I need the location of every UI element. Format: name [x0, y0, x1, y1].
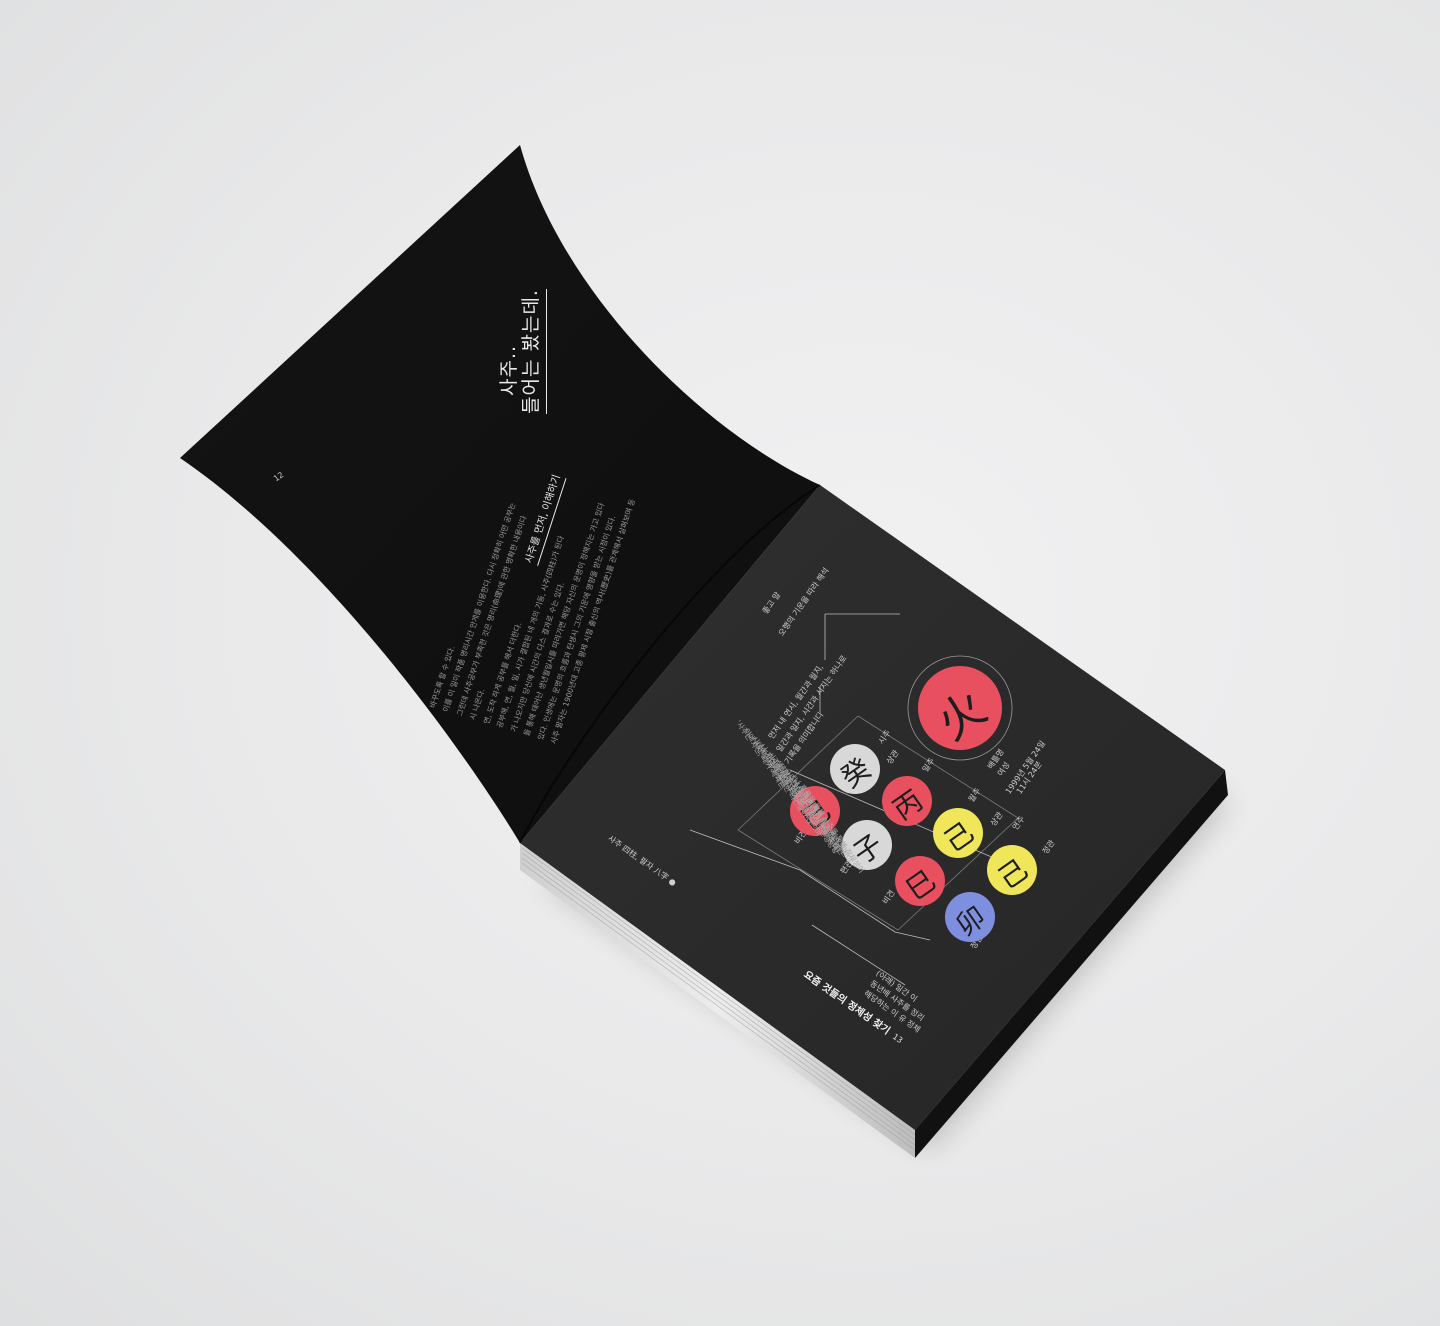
left-title-line-2: 들어는 봤는데.	[516, 289, 547, 414]
element-circle-fire: 火	[918, 666, 1002, 751]
pillar-circle: 己	[987, 845, 1037, 896]
pillar-circle: 巳	[895, 856, 945, 907]
pillar-circle: 卯	[945, 892, 995, 943]
pillar-circle: 丙	[882, 776, 932, 827]
pillar-circle: 癸	[830, 744, 880, 795]
book-mockup	[180, 145, 1228, 1158]
pillar-circle: 己	[933, 808, 983, 859]
